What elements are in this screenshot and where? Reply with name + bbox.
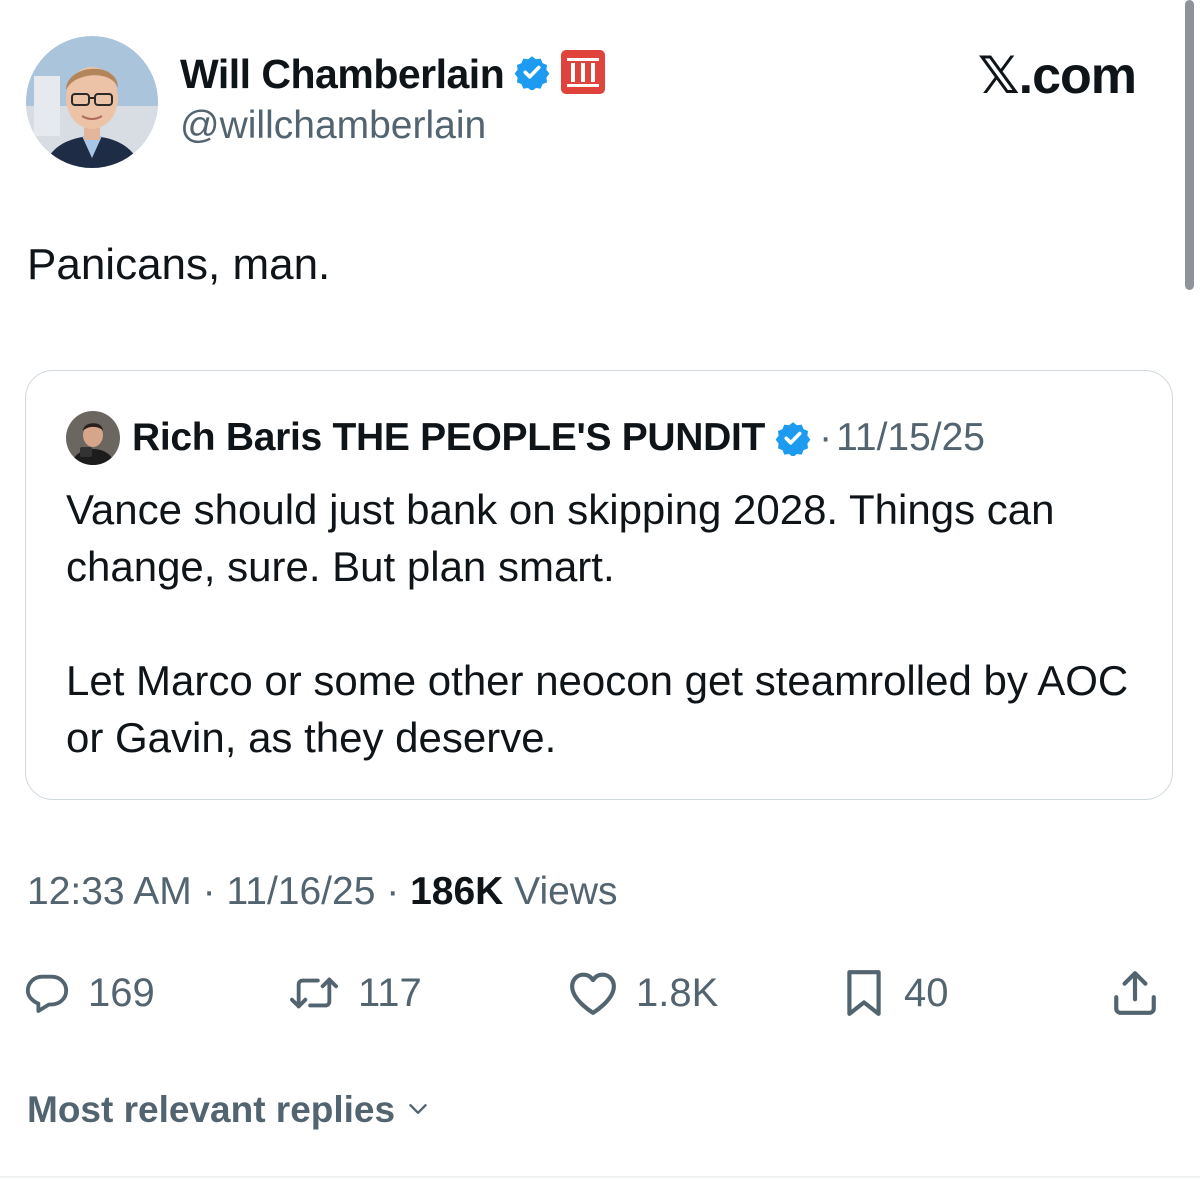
bookmark-count: 40 [904, 970, 949, 1015]
quote-separator: · [819, 416, 833, 459]
scrollbar[interactable] [1185, 0, 1194, 290]
replies-sort-label: Most relevant replies [27, 1089, 396, 1130]
action-bar: 169 117 1.8K 40 [0, 960, 1200, 1026]
like-button[interactable]: 1.8K [568, 960, 718, 1026]
like-count: 1.8K [636, 970, 719, 1015]
quote-header: Rich Baris THE PEOPLE'S PUNDIT · 11/15/2… [66, 411, 985, 465]
heart-icon [568, 970, 618, 1016]
quote-author-name[interactable]: Rich Baris THE PEOPLE'S PUNDIT [132, 416, 765, 460]
meta-separator: · [386, 870, 400, 913]
affiliate-badge-icon[interactable] [560, 49, 606, 100]
site-label: 𝕏.com [977, 47, 1137, 105]
views-count: 186K [410, 870, 504, 913]
repost-button[interactable]: 117 [288, 960, 422, 1026]
quote-verified-badge-icon [775, 420, 811, 456]
tweet-date[interactable]: 11/16/25 [226, 870, 375, 913]
tweet-meta: 12:33 AM · 11/16/25 · 186K Views [27, 870, 617, 914]
share-button[interactable] [1110, 960, 1160, 1026]
reply-count: 169 [88, 970, 155, 1015]
quote-author-avatar[interactable] [66, 411, 120, 465]
author-handle[interactable]: @willchamberlain [180, 104, 486, 148]
repost-icon [288, 970, 340, 1016]
author-display-name[interactable]: Will Chamberlain [180, 51, 505, 98]
reply-icon [24, 970, 70, 1016]
quote-date[interactable]: 11/15/25 [836, 416, 985, 460]
author-name-row: Will Chamberlain [180, 46, 606, 102]
tweet-time[interactable]: 12:33 AM [27, 870, 192, 913]
meta-separator: · [202, 870, 216, 913]
repost-count: 117 [358, 970, 422, 1015]
replies-sort-dropdown[interactable]: Most relevant replies [27, 1085, 431, 1135]
divider [0, 1176, 1200, 1178]
bookmark-icon [842, 968, 886, 1018]
share-icon [1110, 968, 1160, 1018]
chevron-down-icon [405, 1089, 431, 1131]
verified-badge-icon [514, 54, 550, 95]
author-avatar[interactable] [26, 36, 158, 168]
bookmark-button[interactable]: 40 [842, 960, 949, 1026]
reply-button[interactable]: 169 [24, 960, 155, 1026]
tweet-text: Panicans, man. [27, 240, 331, 289]
quote-tweet-card[interactable]: Rich Baris THE PEOPLE'S PUNDIT · 11/15/2… [25, 370, 1173, 800]
quote-text: Vance should just bank on skipping 2028.… [66, 486, 1129, 761]
views-label: Views [514, 870, 618, 913]
